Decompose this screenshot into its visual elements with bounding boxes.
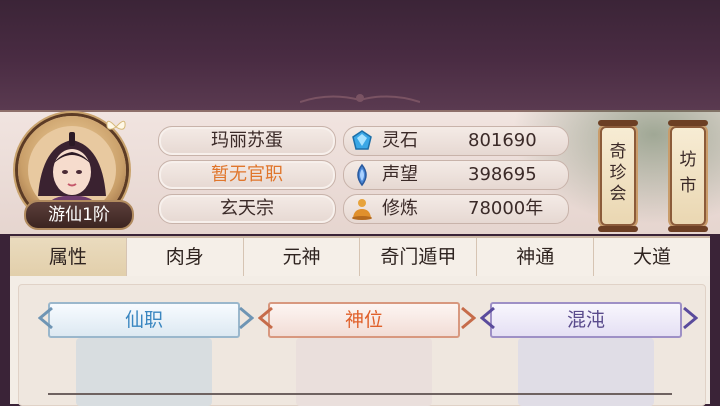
stat-label: 灵石 (382, 130, 418, 151)
reputation-icon (357, 163, 367, 187)
market-label-2: 市 (679, 176, 697, 196)
chevron-left-icon (38, 306, 53, 330)
scroll-cap (598, 226, 638, 232)
treasure-shop-button[interactable]: 奇 珍 会 (598, 120, 638, 232)
stat-row-spirit-stone: 灵石 801690 (343, 126, 569, 156)
market-label-1: 坊 (679, 150, 697, 170)
player-name: 玛丽苏蛋 (158, 126, 336, 156)
stat-label: 声望 (382, 164, 418, 185)
treasure-shop-label-2: 珍 (609, 163, 627, 183)
slot-title: 混沌 (490, 302, 682, 338)
tab-body[interactable]: 肉身 (127, 238, 244, 276)
tab-attributes[interactable]: 属性 (10, 238, 127, 276)
slot-box[interactable] (76, 338, 212, 406)
slot-title: 神位 (268, 302, 460, 338)
scroll-cap (668, 120, 708, 126)
tab-qimen-dunjia[interactable]: 奇门遁甲 (360, 238, 478, 276)
tab-divine-power[interactable]: 神通 (477, 238, 595, 276)
market-button[interactable]: 坊 市 (668, 120, 708, 232)
stat-value: 78000年 (468, 198, 544, 219)
cultivation-icon (352, 199, 372, 220)
tab-bar: 属性 肉身 元神 奇门遁甲 神通 大道 (10, 236, 710, 278)
stat-value: 398695 (468, 164, 537, 185)
treasure-shop-label-3: 会 (609, 184, 627, 204)
spirit-stone-icon (352, 130, 372, 150)
chevron-left-icon (480, 306, 495, 330)
scroll-cap (668, 226, 708, 232)
tab-great-dao[interactable]: 大道 (594, 238, 710, 276)
chevron-right-icon (461, 306, 476, 330)
stat-row-reputation: 声望 398695 (343, 160, 569, 190)
stat-row-cultivation: 修炼 78000年 (343, 194, 569, 224)
butterfly-icon (106, 120, 126, 130)
chevron-right-icon (683, 306, 698, 330)
top-ornament-icon (300, 94, 420, 103)
stat-value: 801690 (468, 130, 537, 151)
slot-title: 仙职 (48, 302, 240, 338)
treasure-shop-label-1: 奇 (609, 142, 627, 162)
scroll-cap (598, 120, 638, 126)
rank-badge: 游仙1阶 (24, 200, 134, 230)
official-post: 暂无官职 (158, 160, 336, 190)
chevron-right-icon (239, 306, 254, 330)
stat-label: 修炼 (382, 198, 418, 219)
slot-box[interactable] (518, 338, 654, 406)
sect-name: 玄天宗 (158, 194, 336, 224)
slot-box[interactable] (296, 338, 432, 406)
tab-spirit[interactable]: 元神 (244, 238, 361, 276)
chevron-left-icon (258, 306, 273, 330)
content-divider (48, 393, 672, 395)
